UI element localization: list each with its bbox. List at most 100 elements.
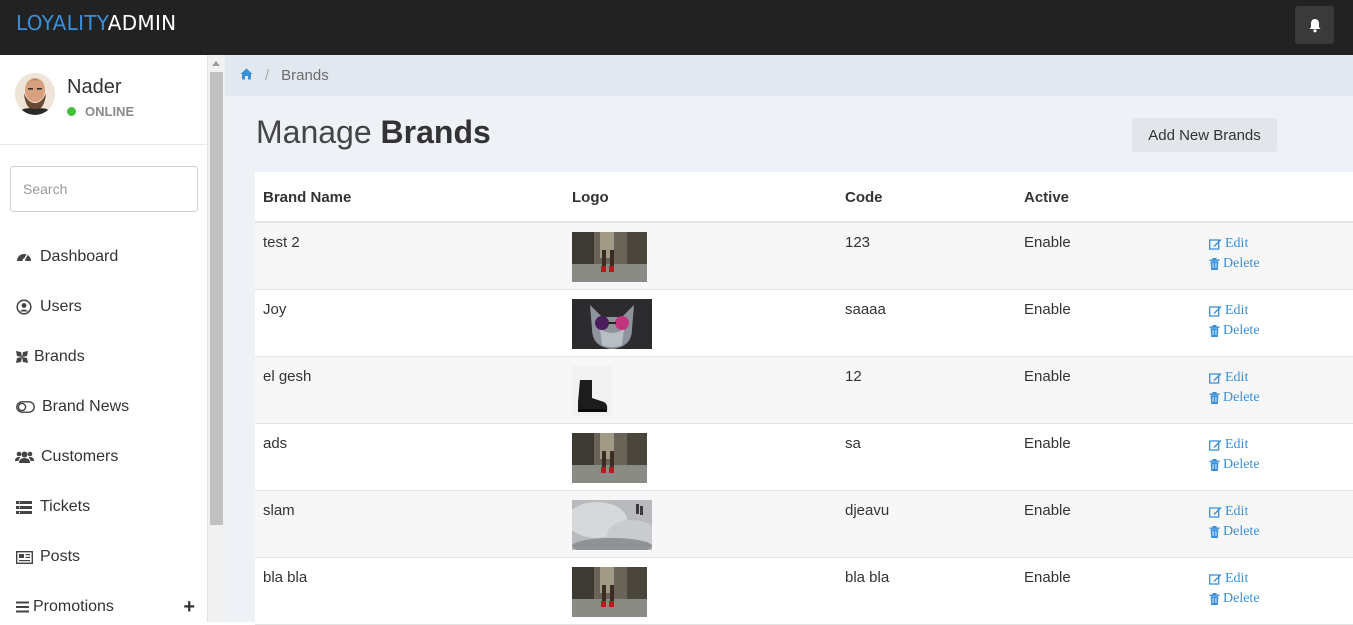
black-boot-photo — [572, 366, 612, 416]
edit-link[interactable]: Edit — [1209, 301, 1260, 321]
sidebar-item-brands[interactable]: Brands — [15, 344, 195, 370]
toggle-icon — [15, 399, 35, 415]
row-actions: Edit Delete — [1209, 569, 1260, 609]
logo-part-loyality: LOYALITY — [16, 11, 108, 35]
smoke-shoes-photo — [572, 500, 652, 550]
delete-link[interactable]: Delete — [1209, 455, 1260, 475]
page-title-light: Manage — [256, 114, 372, 150]
page-title-bold: Brands — [380, 114, 491, 150]
edit-icon — [1209, 306, 1222, 317]
trash-icon — [1209, 593, 1220, 605]
column-header-brand-name: Brand Name — [263, 189, 352, 206]
code-cell: saaaa — [845, 301, 886, 318]
bars-icon — [15, 599, 29, 615]
user-panel: Nader ONLINE — [0, 55, 208, 145]
sidebar-scrollbar[interactable] — [208, 55, 225, 622]
delete-label: Delete — [1223, 524, 1260, 539]
bell-icon — [1309, 18, 1320, 32]
delete-link[interactable]: Delete — [1209, 388, 1260, 408]
delete-link[interactable]: Delete — [1209, 522, 1260, 542]
trash-icon — [1209, 459, 1220, 471]
table-row: test 2 123 Enable Edit Delete — [255, 223, 1353, 290]
column-header-logo: Logo — [572, 189, 609, 206]
dashboard-icon — [15, 249, 33, 265]
street-heels-photo — [572, 433, 647, 483]
column-header-active: Active — [1024, 189, 1070, 206]
active-cell: Enable — [1024, 368, 1071, 385]
row-actions: Edit Delete — [1209, 435, 1260, 475]
table-row: Joy saaaa Enable Edit Delete — [255, 290, 1353, 357]
expand-plus-icon[interactable]: + — [183, 596, 195, 619]
row-actions: Edit Delete — [1209, 301, 1260, 341]
code-cell: 12 — [845, 368, 862, 385]
brand-icon — [15, 349, 29, 365]
active-cell: Enable — [1024, 569, 1071, 586]
table-row: bla bla bla bla Enable Edit Delete — [255, 558, 1353, 625]
edit-link[interactable]: Edit — [1209, 502, 1260, 522]
edit-label: Edit — [1225, 303, 1249, 318]
notifications-button[interactable] — [1295, 6, 1334, 44]
avatar[interactable] — [15, 73, 55, 115]
app-logo[interactable]: LOYALITYADMIN — [16, 11, 176, 35]
user-status: ONLINE — [67, 104, 134, 119]
delete-label: Delete — [1223, 390, 1260, 405]
brand-name-cell: ads — [263, 435, 288, 452]
code-cell: 123 — [845, 234, 871, 251]
logo-part-admin: ADMIN — [107, 11, 177, 35]
active-cell: Enable — [1024, 502, 1071, 519]
trash-icon — [1209, 392, 1220, 404]
table-row: el gesh 12 Enable Edit Delete — [255, 357, 1353, 424]
sidebar-item-customers[interactable]: Customers — [15, 444, 195, 470]
sidebar-item-label: Users — [40, 298, 82, 315]
scrollbar-thumb[interactable] — [210, 72, 223, 525]
add-new-brands-button[interactable]: Add New Brands — [1132, 118, 1277, 152]
user-name: Nader — [67, 76, 122, 98]
main-content: / Brands Manage Brands Add New Brands Br… — [225, 55, 1353, 625]
user-circle-icon — [15, 299, 33, 315]
trash-icon — [1209, 258, 1220, 270]
tickets-icon — [15, 499, 33, 515]
brand-name-cell: el gesh — [263, 368, 312, 385]
edit-link[interactable]: Edit — [1209, 569, 1260, 589]
sidebar-item-posts[interactable]: Posts — [15, 544, 195, 570]
brand-name-cell: test 2 — [263, 234, 300, 251]
home-icon[interactable] — [240, 67, 253, 84]
street-heels-photo — [572, 567, 647, 617]
sidebar-item-label: Customers — [41, 448, 119, 465]
edit-label: Edit — [1225, 370, 1249, 385]
edit-label: Edit — [1225, 236, 1249, 251]
active-cell: Enable — [1024, 234, 1071, 251]
sidebar-item-tickets[interactable]: Tickets — [15, 494, 195, 520]
code-cell: djeavu — [845, 502, 890, 519]
edit-link[interactable]: Edit — [1209, 435, 1260, 455]
delete-label: Delete — [1223, 457, 1260, 472]
sidebar-search-input[interactable] — [10, 166, 198, 212]
edit-icon — [1209, 574, 1222, 585]
edit-icon — [1209, 373, 1222, 384]
users-icon — [15, 449, 34, 465]
scroll-up-arrow-icon[interactable] — [212, 61, 220, 66]
column-header-code: Code — [845, 189, 883, 206]
table-row: slam djeavu Enable Edit Delete — [255, 491, 1353, 558]
sidebar-item-label: Posts — [40, 548, 81, 565]
sidebar-item-promotions[interactable]: Promotions + — [15, 594, 195, 620]
trash-icon — [1209, 325, 1220, 337]
sidebar-item-label: Dashboard — [40, 248, 119, 265]
delete-link[interactable]: Delete — [1209, 321, 1260, 341]
sidebar-item-dashboard[interactable]: Dashboard — [15, 244, 195, 270]
delete-label: Delete — [1223, 323, 1260, 338]
newspaper-icon — [15, 549, 33, 565]
page-title: Manage Brands — [256, 114, 491, 151]
top-navbar: LOYALITYADMIN — [0, 0, 1353, 55]
sidebar-item-users[interactable]: Users — [15, 294, 195, 320]
code-cell: sa — [845, 435, 861, 452]
sidebar-item-label: Brands — [34, 348, 85, 365]
delete-label: Delete — [1223, 256, 1260, 271]
delete-link[interactable]: Delete — [1209, 589, 1260, 609]
user-status-label: ONLINE — [85, 104, 135, 119]
edit-link[interactable]: Edit — [1209, 368, 1260, 388]
breadcrumb: / Brands — [225, 55, 1353, 96]
edit-link[interactable]: Edit — [1209, 234, 1260, 254]
sidebar-item-brand-news[interactable]: Brand News — [15, 394, 195, 420]
delete-link[interactable]: Delete — [1209, 254, 1260, 274]
